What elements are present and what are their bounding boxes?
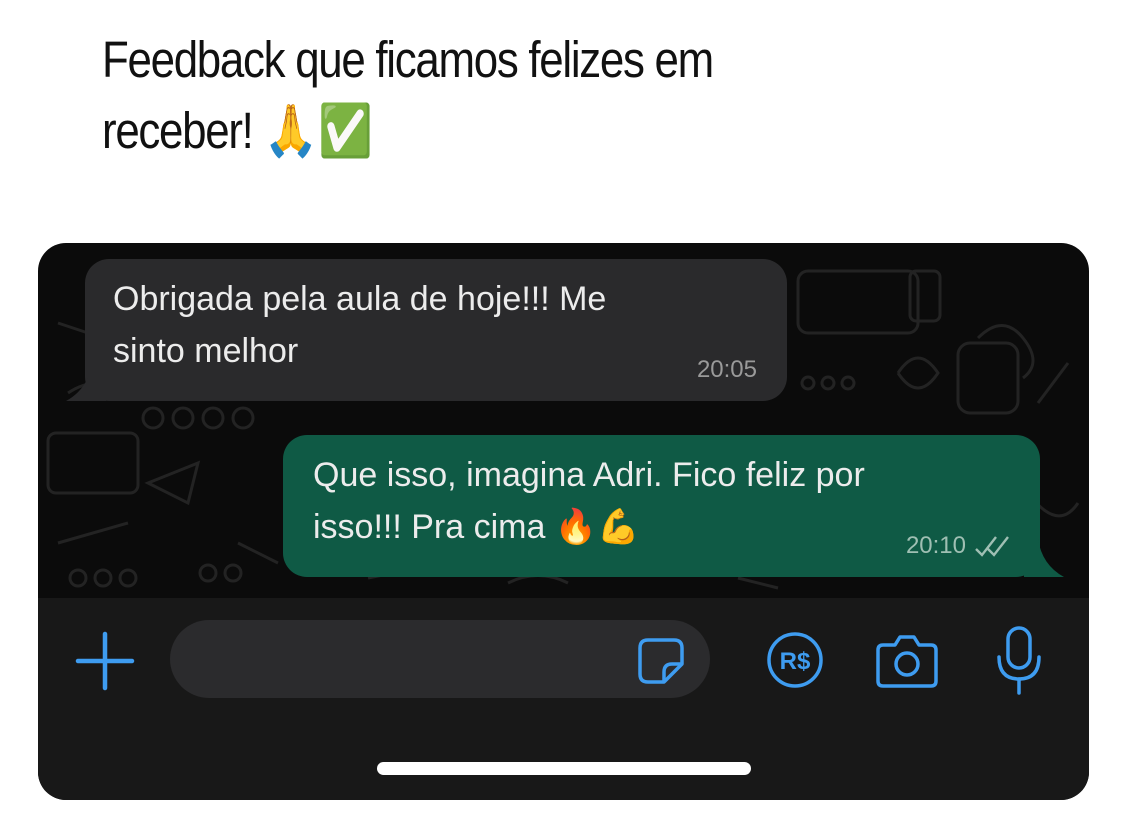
camera-icon[interactable] bbox=[875, 631, 939, 689]
chat-screen: Obrigada pela aula de hoje!!! Me sinto m… bbox=[38, 243, 1089, 800]
message-input[interactable] bbox=[170, 620, 710, 698]
message-time: 20:10 bbox=[905, 532, 966, 559]
microphone-icon[interactable] bbox=[995, 625, 1043, 697]
message-time: 20:05 bbox=[696, 356, 757, 383]
caption-line-2: receber! 🙏✅ bbox=[102, 95, 756, 167]
caption-line-2-text: receber! bbox=[102, 102, 254, 159]
pay-label: R$ bbox=[780, 648, 811, 675]
incoming-message[interactable]: Obrigada pela aula de hoje!!! Me sinto m… bbox=[85, 259, 787, 401]
plus-icon[interactable] bbox=[70, 626, 140, 696]
page: Feedback que ficamos felizes em receber!… bbox=[0, 0, 1125, 835]
caption: Feedback que ficamos felizes em receber!… bbox=[102, 24, 756, 167]
sticker-icon[interactable] bbox=[636, 636, 686, 686]
pix-payment-icon[interactable]: R$ bbox=[766, 631, 824, 689]
message-input-bar: R$ bbox=[38, 598, 1089, 800]
double-check-icon bbox=[975, 536, 1009, 557]
incoming-bubble-tail bbox=[66, 363, 106, 401]
caption-line-1: Feedback que ficamos felizes em bbox=[102, 31, 714, 88]
outgoing-message[interactable]: Que isso, imagina Adri. Fico feliz por i… bbox=[283, 435, 1040, 577]
outgoing-bubble-tail bbox=[1024, 539, 1064, 577]
caption-emoji: 🙏✅ bbox=[263, 102, 373, 161]
message-text: Obrigada pela aula de hoje!!! Me sinto m… bbox=[113, 280, 607, 370]
home-indicator bbox=[377, 762, 751, 775]
